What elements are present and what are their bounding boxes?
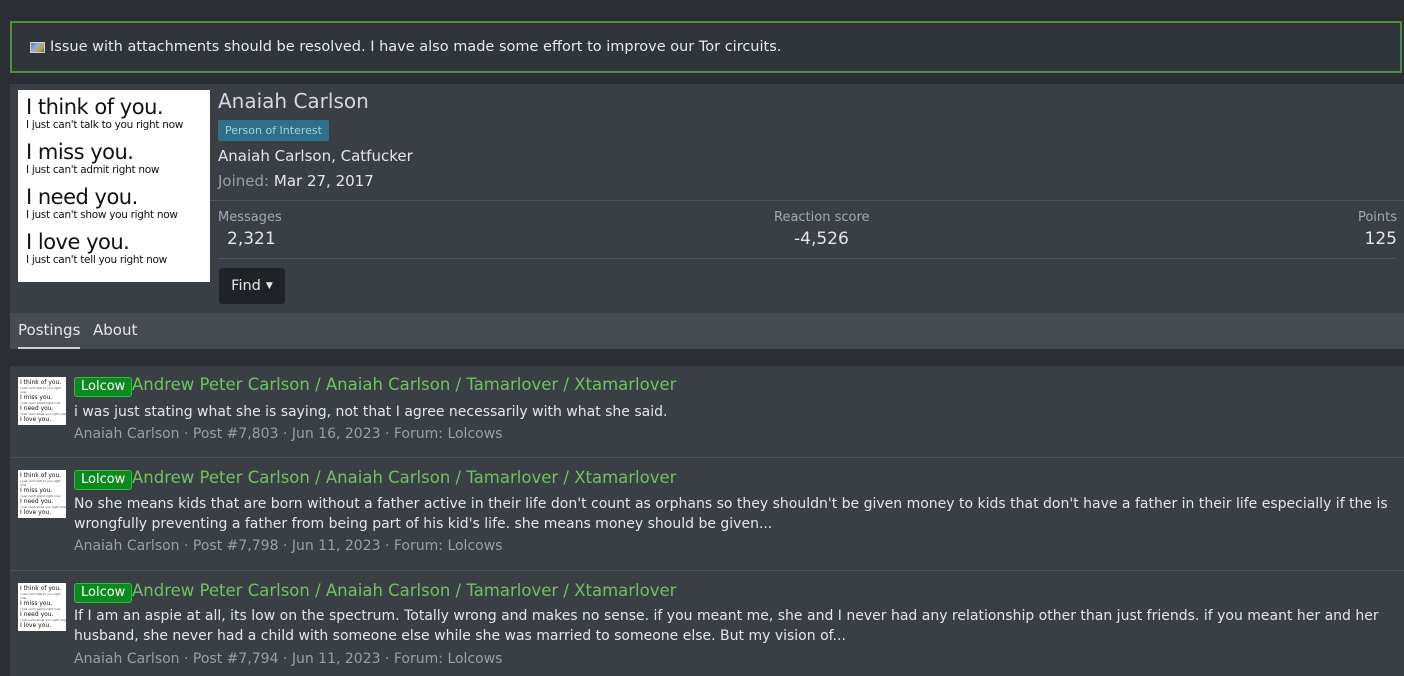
forum-label: Forum: bbox=[393, 538, 443, 554]
forum-link[interactable]: Lolcows bbox=[447, 651, 502, 667]
avatar-line: I think of you. bbox=[26, 95, 164, 119]
find-button[interactable]: Find ▼ bbox=[219, 268, 285, 304]
joined-label: Joined: bbox=[218, 172, 270, 190]
joined-info: Joined: Mar 27, 2017 bbox=[218, 172, 374, 190]
profile-name: Anaiah Carlson bbox=[218, 89, 369, 113]
author-link[interactable]: Anaiah Carlson bbox=[74, 426, 180, 442]
post-list: I think of you. I just can't talk to you… bbox=[10, 366, 1404, 676]
tab-postings[interactable]: Postings bbox=[18, 313, 81, 349]
post-meta: Anaiah Carlson · Post #7,803 · Jun 16, 2… bbox=[74, 426, 502, 442]
divider bbox=[10, 457, 1404, 458]
messages-count[interactable]: 2,321 bbox=[227, 229, 276, 249]
post-snippet: i was just stating what she is saying, n… bbox=[74, 404, 668, 420]
post-number-link[interactable]: Post #7,803 bbox=[193, 426, 279, 442]
forum-label: Forum: bbox=[393, 651, 443, 667]
image-icon bbox=[30, 41, 45, 53]
profile-tabs: Postings About bbox=[10, 313, 1404, 349]
author-link[interactable]: Anaiah Carlson bbox=[74, 651, 180, 667]
avatar-line: I need you. bbox=[20, 611, 54, 618]
post-number-link[interactable]: Post #7,798 bbox=[193, 538, 279, 554]
thread-title-link[interactable]: Andrew Peter Carlson / Anaiah Carlson / … bbox=[132, 581, 676, 600]
avatar-line: I think of you. bbox=[20, 472, 62, 479]
thread-prefix[interactable]: Lolcow bbox=[74, 583, 133, 603]
messages-label: Messages bbox=[218, 210, 282, 225]
joined-date: Mar 27, 2017 bbox=[273, 172, 374, 190]
separator: · bbox=[282, 651, 292, 667]
separator: · bbox=[184, 538, 193, 554]
custom-title: Anaiah Carlson, Catfucker bbox=[218, 147, 413, 165]
post-snippet: If I am an aspie at all, its low on the … bbox=[74, 608, 1379, 644]
thread-prefix[interactable]: Lolcow bbox=[74, 470, 133, 490]
avatar-line: I just can't show you right now bbox=[26, 209, 178, 221]
separator: · bbox=[282, 426, 292, 442]
separator: · bbox=[282, 538, 292, 554]
reaction-score-label: Reaction score bbox=[774, 210, 870, 225]
separator: · bbox=[384, 538, 394, 554]
post-date: Jun 11, 2023 bbox=[291, 538, 381, 554]
avatar-line: I just can't admit right now bbox=[26, 164, 160, 176]
avatar-line: I miss you. bbox=[20, 487, 53, 494]
avatar-line: I just can't talk to you right now bbox=[20, 479, 61, 487]
avatar-line: I think of you. bbox=[20, 379, 62, 386]
separator: · bbox=[384, 651, 394, 667]
thread-title-link[interactable]: Andrew Peter Carlson / Anaiah Carlson / … bbox=[132, 468, 676, 487]
post-avatar[interactable]: I think of you. I just can't talk to you… bbox=[18, 470, 66, 518]
caret-down-icon: ▼ bbox=[265, 281, 273, 291]
avatar-line: I just can't tell you right now bbox=[26, 254, 167, 266]
author-link[interactable]: Anaiah Carlson bbox=[74, 538, 180, 554]
avatar-line: I just can't talk to you right now bbox=[20, 592, 61, 600]
post-date: Jun 16, 2023 bbox=[291, 426, 381, 442]
post-snippet: No she means kids that are born without … bbox=[74, 496, 1388, 532]
thread-prefix[interactable]: Lolcow bbox=[74, 377, 133, 397]
avatar-line: I miss you. bbox=[20, 600, 53, 607]
avatar-line: I love you. bbox=[20, 416, 52, 423]
avatar-line: I need you. bbox=[26, 185, 138, 209]
thread-title-link[interactable]: Andrew Peter Carlson / Anaiah Carlson / … bbox=[132, 375, 676, 394]
post-meta: Anaiah Carlson · Post #7,794 · Jun 11, 2… bbox=[74, 651, 502, 667]
avatar-line: I just can't talk to you right now bbox=[20, 386, 61, 394]
separator: · bbox=[184, 651, 193, 667]
post-date: Jun 11, 2023 bbox=[291, 651, 381, 667]
post-avatar[interactable]: I think of you. I just can't talk to you… bbox=[18, 583, 66, 631]
post-number-link[interactable]: Post #7,794 bbox=[193, 651, 279, 667]
post-avatar[interactable]: I think of you. I just can't talk to you… bbox=[18, 377, 66, 425]
points-label: Points bbox=[1357, 210, 1397, 225]
profile-header: I think of you. I just can't talk to you… bbox=[10, 84, 1404, 349]
forum-label: Forum: bbox=[393, 426, 443, 442]
avatar-line: I love you. bbox=[26, 230, 130, 254]
forum-link[interactable]: Lolcows bbox=[447, 538, 502, 554]
divider bbox=[218, 258, 1396, 259]
user-banner-badge: Person of Interest bbox=[218, 120, 329, 141]
avatar-line: I miss you. bbox=[26, 140, 134, 164]
avatar-line: I think of you. bbox=[20, 585, 62, 592]
divider bbox=[10, 570, 1404, 571]
divider bbox=[210, 200, 1404, 201]
notice-text: Issue with attachments should be resolve… bbox=[50, 39, 782, 55]
reaction-score-value[interactable]: -4,526 bbox=[794, 229, 849, 249]
avatar-line: I just can't talk to you right now bbox=[26, 119, 184, 131]
avatar-line: I love you. bbox=[20, 509, 52, 516]
avatar-line: I need you. bbox=[20, 405, 54, 412]
forum-link[interactable]: Lolcows bbox=[447, 426, 502, 442]
find-label: Find bbox=[231, 278, 261, 294]
site-notice: Issue with attachments should be resolve… bbox=[10, 21, 1402, 73]
avatar-line: I love you. bbox=[20, 622, 52, 629]
post-meta: Anaiah Carlson · Post #7,798 · Jun 11, 2… bbox=[74, 538, 502, 554]
profile-avatar[interactable]: I think of you. I just can't talk to you… bbox=[18, 90, 210, 282]
points-value[interactable]: 125 bbox=[1365, 229, 1397, 249]
tab-about[interactable]: About bbox=[93, 313, 137, 349]
separator: · bbox=[384, 426, 394, 442]
avatar-line: I miss you. bbox=[20, 394, 53, 401]
avatar-line: I need you. bbox=[20, 498, 54, 505]
separator: · bbox=[184, 426, 193, 442]
